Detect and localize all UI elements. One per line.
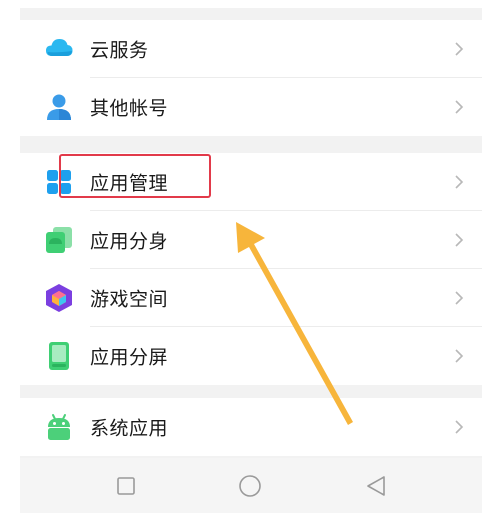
settings-item-app-management[interactable]: 应用管理: [20, 153, 482, 211]
recent-apps-button[interactable]: [116, 476, 136, 496]
chevron-right-icon: [455, 349, 464, 363]
settings-item-label: 云服务: [90, 39, 149, 62]
split-screen-icon: [49, 342, 69, 370]
app-grid-icon: [47, 170, 71, 194]
settings-group-accounts: 云服务 其他帐号: [20, 20, 482, 136]
chevron-right-icon: [455, 100, 464, 114]
user-icon: [47, 94, 71, 120]
home-button[interactable]: [238, 474, 262, 498]
settings-item-label: 应用分屏: [90, 346, 169, 369]
settings-group-system: 系统应用: [20, 398, 482, 456]
chevron-right-icon: [455, 233, 464, 247]
settings-item-split-screen[interactable]: 应用分屏: [20, 327, 482, 385]
game-space-icon: [46, 284, 72, 312]
settings-item-system-apps[interactable]: 系统应用: [20, 398, 482, 456]
android-icon: [48, 414, 70, 440]
settings-item-app-clone[interactable]: 应用分身: [20, 211, 482, 269]
settings-item-label: 应用分身: [90, 230, 169, 253]
chevron-right-icon: [455, 420, 464, 434]
chevron-right-icon: [455, 291, 464, 305]
settings-screen: 云服务 其他帐号 应用管理 应用分身 游戏空间 应用分屏 系统应用: [20, 8, 482, 513]
settings-item-label: 系统应用: [90, 417, 169, 440]
app-clone-icon: [46, 227, 72, 253]
settings-item-label: 应用管理: [90, 172, 169, 195]
cloud-icon: [46, 39, 73, 56]
back-button[interactable]: [365, 475, 387, 497]
chevron-right-icon: [455, 42, 464, 56]
settings-item-label: 游戏空间: [90, 288, 169, 311]
settings-item-other-accounts[interactable]: 其他帐号: [20, 78, 482, 136]
navigation-bar: [20, 458, 482, 513]
settings-group-apps: 应用管理 应用分身 游戏空间 应用分屏: [20, 153, 482, 385]
settings-item-label: 其他帐号: [90, 97, 169, 120]
settings-item-game-space[interactable]: 游戏空间: [20, 269, 482, 327]
settings-item-cloud-service[interactable]: 云服务: [20, 20, 482, 78]
chevron-right-icon: [455, 175, 464, 189]
